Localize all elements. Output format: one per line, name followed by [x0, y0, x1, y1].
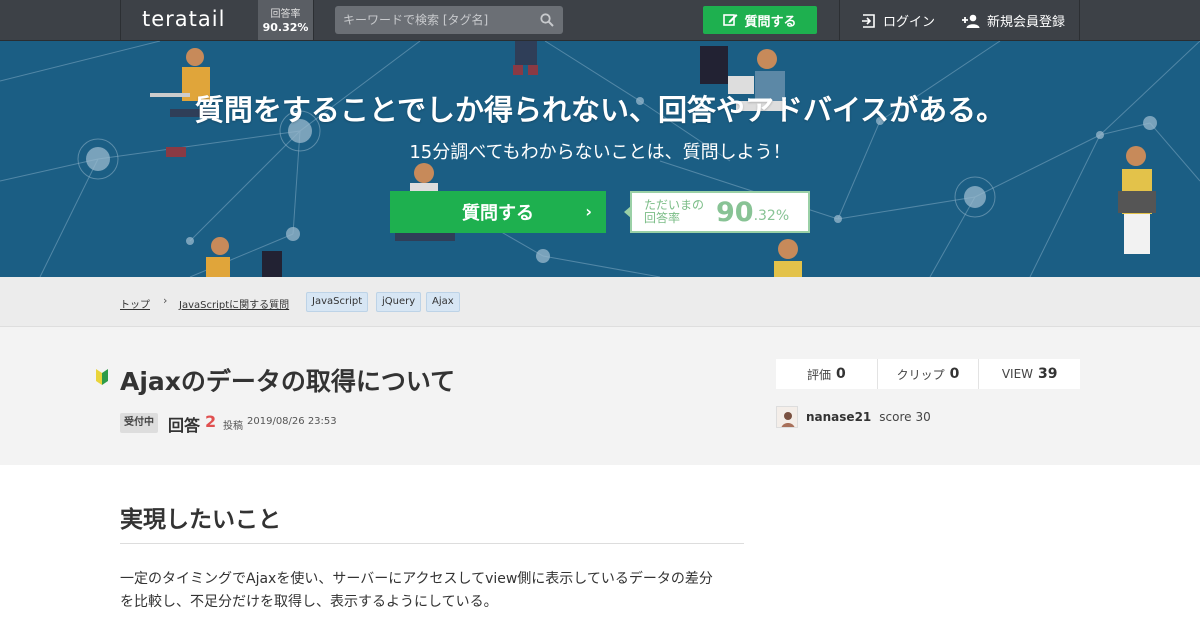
body-line: を比較し、不足分だけを取得し、表示するようにしている。	[120, 594, 498, 610]
hero-banner: 質問をすることでしか得られない、回答やアドバイスがある。 15分調べてもわからな…	[0, 41, 1200, 277]
question-stats: 評価 0 クリップ 0 VIEW 39	[776, 359, 1080, 389]
hero-rate-big: 90	[716, 196, 754, 228]
signup-link[interactable]: 新規会員登録	[961, 11, 1065, 30]
question-header: Ajaxのデータの取得について 受付中 回答 2 投稿 2019/08/26 2…	[0, 327, 1200, 465]
answer-rate-label: 回答率	[270, 9, 301, 20]
hero-answer-rate: ただいまの 回答率 90 .32%	[624, 191, 810, 233]
header-ask-label: 質問する	[744, 14, 797, 30]
beginner-mark-icon	[96, 369, 108, 385]
person-illustration	[774, 239, 802, 277]
breadcrumb-top[interactable]: トップ	[120, 296, 150, 311]
hero-ask-label: 質問する	[462, 203, 534, 224]
body-line: 一定のタイミングでAjaxを使い、サーバーにアクセスしてview側に表示している…	[120, 571, 713, 587]
question-title: Ajaxのデータの取得について	[120, 367, 456, 396]
site-logo[interactable]: teratail	[142, 7, 225, 31]
answer-rate-value: 90.32%	[262, 21, 309, 34]
section-heading: 実現したいこと	[120, 507, 281, 533]
author-score: 30	[915, 410, 931, 424]
edit-icon	[723, 14, 738, 26]
login-label: ログイン	[883, 15, 936, 30]
signup-label: 新規会員登録	[987, 15, 1066, 30]
person-illustration	[513, 41, 538, 75]
tag-javascript[interactable]: JavaScript	[306, 292, 369, 312]
login-icon	[862, 13, 875, 28]
top-header: teratail 回答率 90.32% 質問する ログイン 新規会員登録	[0, 0, 1200, 41]
stat-clip-label: クリップ	[896, 367, 945, 382]
stat-rating-value: 0	[835, 366, 846, 382]
hero-ask-button[interactable]: 質問する ›	[390, 191, 606, 233]
hero-rate-label: ただいまの 回答率	[644, 199, 714, 225]
question-body: 一定のタイミングでAjaxを使い、サーバーにアクセスしてview側に表示している…	[120, 568, 744, 614]
avatar[interactable]	[776, 406, 798, 428]
stat-clip-value: 0	[949, 366, 960, 382]
stat-clip[interactable]: クリップ 0	[876, 359, 979, 389]
breadcrumb: トップ › JavaScriptに関する質問 JavaScript jQuery…	[0, 277, 1200, 327]
search-icon[interactable]	[539, 12, 555, 28]
hero-subtitle: 15分調べてもわからないことは、質問しよう！	[409, 142, 791, 163]
stat-view-label: VIEW	[1001, 367, 1034, 381]
stat-rating: 評価 0	[776, 359, 877, 389]
status-badge: 受付中	[120, 413, 158, 433]
add-user-icon	[962, 14, 980, 28]
answers-count: 2	[205, 412, 217, 431]
section-divider	[120, 543, 744, 544]
search-input[interactable]	[335, 6, 535, 34]
chevron-right-icon: ›	[585, 202, 592, 221]
hero-title: 質問をすることでしか得られない、回答やアドバイスがある。	[194, 93, 1006, 127]
stat-rating-label: 評価	[806, 367, 831, 382]
answers-label: 回答	[168, 416, 201, 435]
author-info: nanase21 score 30	[776, 406, 931, 428]
user-avatar-icon	[781, 412, 795, 427]
header-divider	[839, 0, 840, 40]
stat-view-value: 39	[1038, 366, 1058, 382]
header-divider	[120, 0, 121, 40]
author-name[interactable]: nanase21	[806, 410, 871, 424]
stat-view: VIEW 39	[978, 359, 1080, 389]
breadcrumb-category[interactable]: JavaScriptに関する質問	[179, 296, 289, 311]
tag-ajax[interactable]: Ajax	[426, 292, 460, 312]
posted-label: 投稿	[223, 421, 243, 432]
posted-date: 2019/08/26 23:53	[247, 416, 337, 427]
header-divider	[313, 0, 314, 40]
header-ask-button[interactable]: 質問する	[703, 6, 817, 34]
answer-rate-box: 回答率 90.32%	[258, 0, 313, 40]
search-box	[335, 6, 563, 34]
breadcrumb-separator: ›	[163, 294, 168, 307]
hero-rate-label-line2: 回答率	[644, 211, 681, 225]
login-link[interactable]: ログイン	[861, 11, 935, 30]
header-divider	[1079, 0, 1080, 40]
tag-jquery[interactable]: jQuery	[376, 292, 422, 312]
hero-rate-small: .32%	[753, 208, 790, 224]
author-score-label: score	[879, 410, 912, 424]
